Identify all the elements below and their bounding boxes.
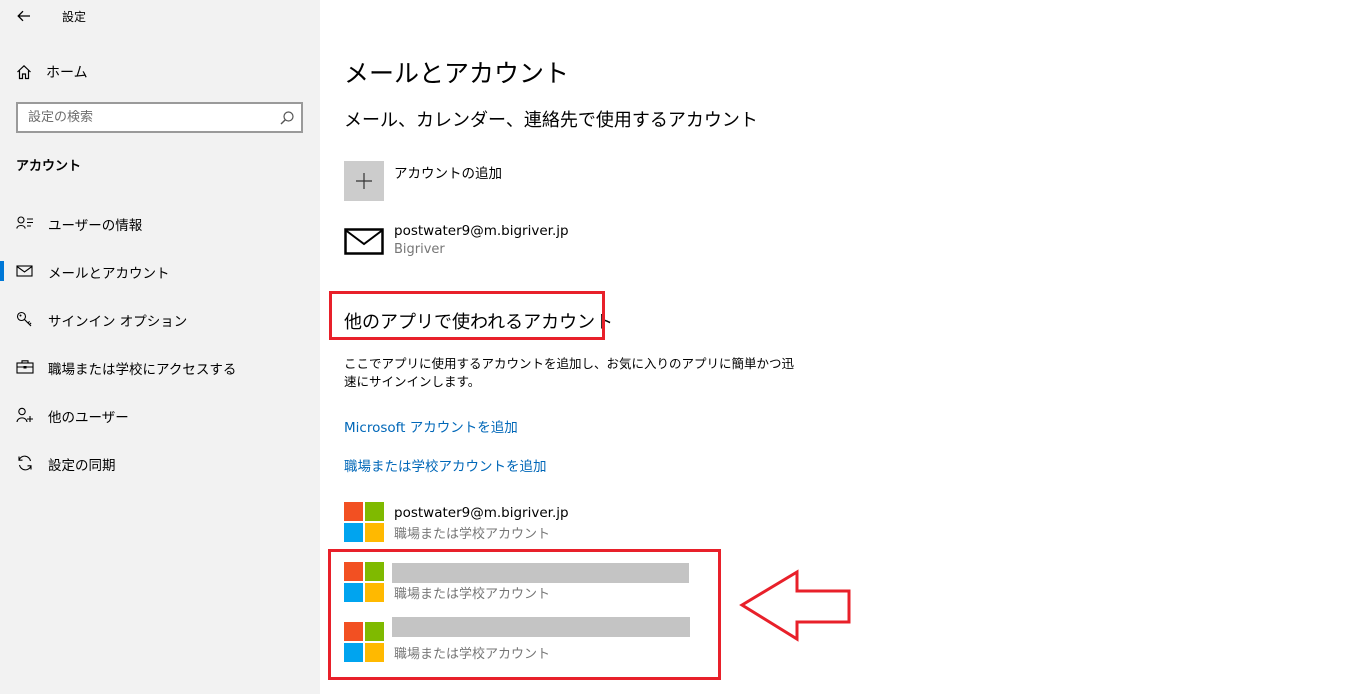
add-work-account-link[interactable]: 職場または学校アカウントを追加 (344, 455, 547, 475)
nav-label: ユーザーの情報 (48, 218, 143, 234)
microsoft-logo-icon (344, 502, 384, 542)
add-microsoft-account-link[interactable]: Microsoft アカウントを追加 (344, 416, 518, 436)
briefcase-icon (16, 360, 34, 374)
nav-item-other-users[interactable]: 他のユーザー (0, 395, 320, 435)
nav-item-user-info[interactable]: ユーザーの情報 (0, 203, 320, 243)
back-button[interactable] (10, 4, 38, 28)
plus-icon (356, 173, 372, 189)
email-section-heading: メール、カレンダー、連絡先で使用するアカウント (344, 110, 758, 131)
nav-label: 職場または学校にアクセスする (48, 362, 237, 378)
email-account-address[interactable]: postwater9@m.bigriver.jp (394, 223, 569, 239)
add-account-button[interactable] (344, 161, 384, 201)
home-label: ホーム (46, 65, 88, 81)
annotation-arrow-icon (739, 569, 851, 642)
nav-item-mail-accounts[interactable]: メールとアカウント (0, 251, 320, 291)
settings-search[interactable] (16, 102, 303, 133)
email-account-provider: Bigriver (394, 242, 445, 257)
key-icon (16, 311, 32, 327)
nav-label: サインイン オプション (48, 314, 188, 330)
nav-label: メールとアカウント (48, 266, 170, 282)
search-icon[interactable] (279, 110, 295, 126)
back-arrow-icon (17, 10, 30, 22)
account-name: postwater9@m.bigriver.jp (394, 505, 569, 521)
home-icon (17, 64, 31, 80)
nav-item-work-school[interactable]: 職場または学校にアクセスする (0, 347, 320, 387)
nav-label: 他のユーザー (48, 410, 129, 426)
nav-item-sync-settings[interactable]: 設定の同期 (0, 443, 320, 483)
annotation-box-heading (329, 291, 605, 340)
user-info-icon (16, 216, 33, 229)
add-account-label[interactable]: アカウントの追加 (394, 162, 502, 182)
account-type: 職場または学校アカウント (394, 527, 551, 542)
mail-icon (16, 265, 33, 277)
add-user-icon (16, 407, 33, 423)
home-link[interactable]: ホーム (16, 60, 88, 84)
nav-label: 設定の同期 (48, 458, 116, 474)
other-apps-description: ここでアプリに使用するアカウントを追加し、お気に入りのアプリに簡単かつ迅速にサイ… (344, 356, 795, 389)
envelope-icon (344, 228, 384, 255)
section-heading: アカウント (16, 159, 82, 174)
app-title: 設定 (62, 10, 87, 24)
nav-item-sign-in-options[interactable]: サインイン オプション (0, 299, 320, 339)
annotation-box-accounts (328, 549, 721, 680)
sidebar: 設定 ホーム アカウント ユーザーの情報 メールとアカウント (0, 0, 320, 694)
title-bar: 設定 (0, 0, 320, 32)
page-title: メールとアカウント (344, 59, 570, 88)
sync-icon (18, 455, 32, 471)
search-input[interactable] (28, 110, 268, 125)
